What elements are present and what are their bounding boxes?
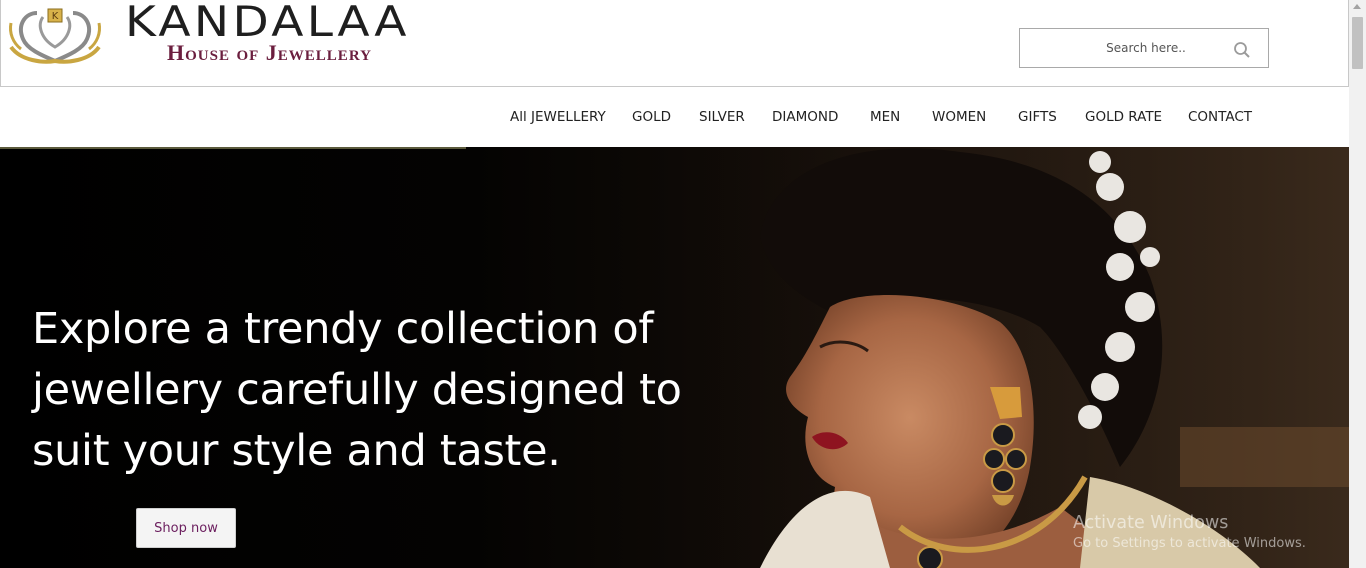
watermark-title: Activate Windows xyxy=(1073,513,1229,533)
search-icon[interactable] xyxy=(1233,41,1251,59)
nav-item-gold[interactable]: GOLD xyxy=(632,109,671,125)
scrollbar-thumb[interactable] xyxy=(1352,17,1363,69)
watermark-subtitle: Go to Settings to activate Windows. xyxy=(1073,536,1306,551)
nav-item-diamond[interactable]: DIAMOND xyxy=(772,109,838,125)
hero-banner: Explore a trendy collection of jewellery… xyxy=(0,147,1349,568)
hero-headline-line-2: jewellery carefully designed to xyxy=(32,365,682,415)
nav-item-men[interactable]: MEN xyxy=(870,109,900,125)
nav-item-gold-rate[interactable]: GOLD RATE xyxy=(1085,109,1162,125)
brand-tagline: House of Jewellery xyxy=(167,40,372,65)
search-input[interactable] xyxy=(1020,29,1230,67)
site-header: K KANDALAA House of Jewellery xyxy=(0,0,1349,87)
search-box xyxy=(1019,28,1269,68)
brand-logo-icon[interactable]: K xyxy=(7,3,103,65)
vertical-scrollbar[interactable] xyxy=(1349,0,1366,568)
hero-divider-line xyxy=(0,147,466,149)
main-nav: All JEWELLERY GOLD SILVER DIAMOND MEN WO… xyxy=(0,87,1349,147)
brand-wordmark[interactable]: KANDALAA House of Jewellery xyxy=(125,0,406,65)
nav-item-all-jewellery[interactable]: All JEWELLERY xyxy=(510,109,606,125)
nav-item-women[interactable]: WOMEN xyxy=(932,109,986,125)
hero-headline-line-3: suit your style and taste. xyxy=(32,426,561,476)
brand-name: KANDALAA xyxy=(125,0,410,46)
hero-headline: Explore a trendy collection of jewellery… xyxy=(32,299,732,482)
logo-letter: K xyxy=(52,11,59,22)
scroll-up-arrow-icon[interactable] xyxy=(1353,4,1361,9)
nav-item-silver[interactable]: SILVER xyxy=(699,109,745,125)
page: K KANDALAA House of Jewellery All JEWELL… xyxy=(0,0,1366,568)
nav-item-contact[interactable]: CONTACT xyxy=(1188,109,1252,125)
shop-now-button[interactable]: Shop now xyxy=(136,508,236,548)
activate-windows-watermark: Activate Windows Go to Settings to activ… xyxy=(1073,513,1306,551)
hero-headline-line-1: Explore a trendy collection of xyxy=(32,304,654,354)
nav-item-gifts[interactable]: GIFTS xyxy=(1018,109,1057,125)
